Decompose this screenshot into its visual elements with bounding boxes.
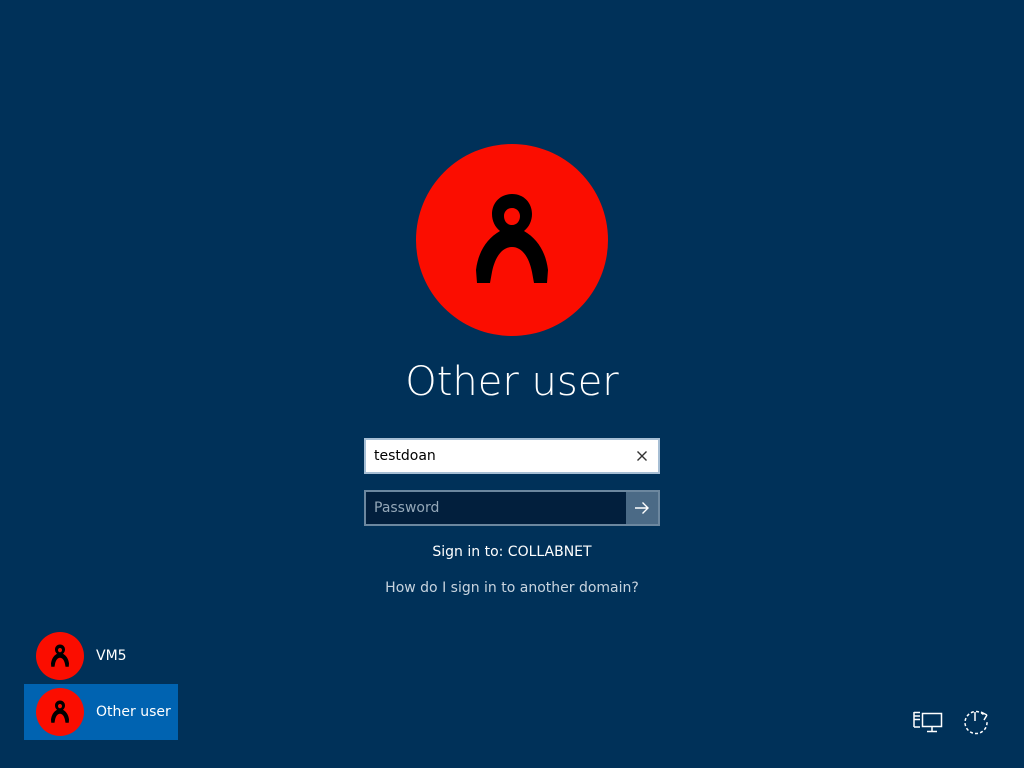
user-list-item-vm5[interactable]: VM5 bbox=[24, 628, 178, 684]
password-input[interactable] bbox=[366, 492, 628, 524]
user-list-item-other-user[interactable]: Other user bbox=[24, 684, 178, 740]
user-silhouette-icon bbox=[476, 194, 548, 283]
password-field[interactable] bbox=[364, 490, 660, 526]
clear-button[interactable] bbox=[626, 440, 658, 472]
user-avatar bbox=[416, 144, 608, 336]
user-list-item-label: Other user bbox=[96, 704, 171, 720]
network-button[interactable] bbox=[910, 704, 946, 740]
power-button[interactable] bbox=[958, 704, 994, 740]
submit-button[interactable] bbox=[626, 492, 658, 524]
lock-screen: Other user Sign in to: COLLABNET How do … bbox=[0, 0, 1024, 768]
signin-domain-text: Sign in to: COLLABNET bbox=[432, 544, 592, 560]
user-title: Other user bbox=[405, 359, 619, 405]
username-field[interactable] bbox=[364, 438, 660, 474]
close-icon bbox=[637, 451, 647, 461]
user-list-item-label: VM5 bbox=[96, 648, 127, 664]
avatar bbox=[36, 688, 84, 736]
user-list: VM5 Other user bbox=[24, 628, 178, 740]
domain-help-link[interactable]: How do I sign in to another domain? bbox=[312, 578, 712, 598]
power-icon bbox=[964, 710, 988, 735]
user-silhouette-icon bbox=[51, 700, 69, 723]
network-icon bbox=[913, 711, 943, 733]
username-input[interactable] bbox=[366, 440, 624, 472]
arrow-right-icon bbox=[635, 502, 649, 514]
user-silhouette-icon bbox=[51, 644, 69, 667]
avatar bbox=[36, 632, 84, 680]
